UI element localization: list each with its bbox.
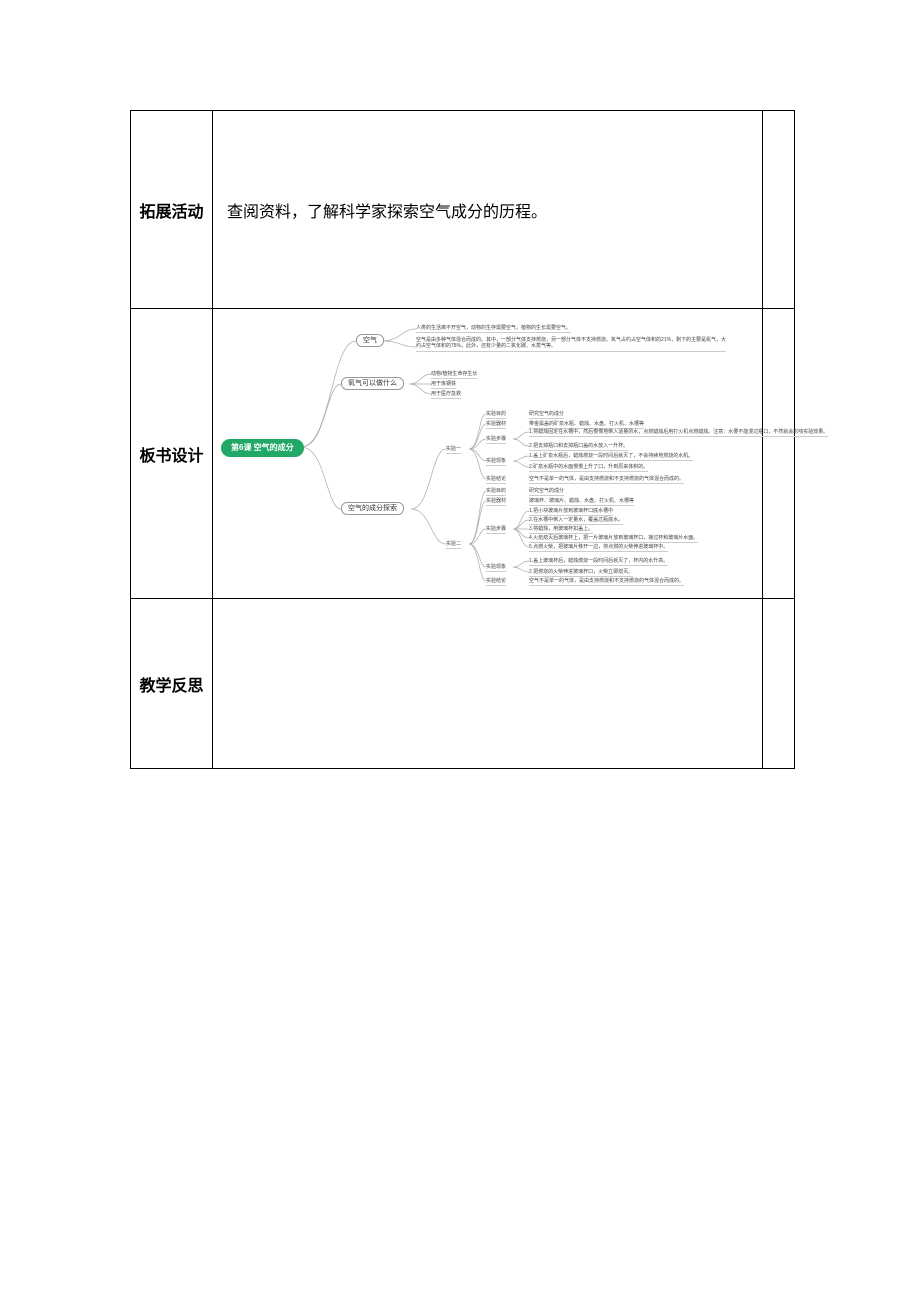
board-label-cell: 板书设计 <box>131 309 213 599</box>
extension-content: 查阅资料，了解科学家探索空气成分的历程。 <box>227 204 547 221</box>
exp2-mat-label: 实验器材 <box>486 498 506 507</box>
reflection-label: 教学反思 <box>140 678 204 695</box>
exp1-phen-label: 实验现象 <box>486 458 506 467</box>
board-label: 板书设计 <box>140 448 204 465</box>
exp2-mat-text: 玻璃杯、玻璃片、蜡烛、水盘、打火机、水槽等 <box>529 498 634 507</box>
extension-empty-cell <box>763 111 795 309</box>
exp1-title: 实验一 <box>446 446 461 455</box>
branch-oxygen-leaf2: 用于炼钢铁 <box>431 381 456 390</box>
exp2-concl-label: 实验结论 <box>486 578 506 587</box>
exp1-aim-text: 研究空气的成分 <box>529 411 564 420</box>
branch-air-leaf2: 空气是由多种气体混合而成的。其中，一部分气体支持燃烧，另一部分气体不支持燃烧。氧… <box>416 337 726 352</box>
exp1-concl-text: 空气不是单一的气体，是由支持燃烧和不支持燃烧的气体混合而成的。 <box>529 476 684 485</box>
mindmap-root: 第6课 空气的成分 <box>221 439 304 457</box>
exp2-step5: 5.点燃火柴，把玻璃片移开一边，将点燃的火柴伸进玻璃杯中。 <box>529 544 668 553</box>
exp2-phen1: 1.盖上玻璃杯后，蜡烛燃烧一段时间后就灭了，杯内的水升高。 <box>529 558 668 567</box>
exp2-phen-label: 实验现象 <box>486 564 506 573</box>
document-page: 拓展活动 查阅资料，了解科学家探索空气成分的历程。 板书设计 <box>0 0 920 769</box>
exp1-aim-label: 实验目的 <box>486 411 506 420</box>
lesson-table: 拓展活动 查阅资料，了解科学家探索空气成分的历程。 板书设计 <box>130 110 795 769</box>
branch-air-leaf1: 人类的生活离不开空气，动物的生存需要空气，植物的生长需要空气。 <box>416 325 571 334</box>
exp1-phen2: 2.矿泉水瓶中的水面慢慢上升了口，升到原来体积的。 <box>529 464 648 473</box>
exp2-title: 实验二 <box>446 541 461 550</box>
branch-explore: 空气的成分探索 <box>341 502 404 515</box>
exp2-aim-label: 实验目的 <box>486 488 506 497</box>
exp2-step4: 4.火焰熄灭后玻璃杯上，把一片玻璃片放到玻璃杯口，接过杯和玻璃片水面。 <box>529 535 698 544</box>
board-empty-cell <box>763 309 795 599</box>
exp1-step-label: 实验步骤 <box>486 436 506 445</box>
exp2-step2: 2.在水槽中倒入一定量水，覆盖过瓶底水。 <box>529 517 623 526</box>
exp2-step3: 3.将蜡烛，用玻璃杯扣盖上。 <box>529 526 593 535</box>
exp2-concl-text: 空气不是单一的气体，是由支持燃烧和不支持燃烧的气体混合而成的。 <box>529 578 684 587</box>
exp2-aim-text: 研究空气的成分 <box>529 488 564 497</box>
exp2-phen2: 2.把燃烧的火柴伸进玻璃杯口，火柴立即熄灭。 <box>529 569 633 578</box>
branch-oxygen-leaf1: 动物/植物生命存生长 <box>431 371 477 380</box>
extension-label: 拓展活动 <box>140 204 204 221</box>
exp2-step1: 1.把小块玻璃片放到玻璃杯口底水槽中 <box>529 508 613 517</box>
extension-label-cell: 拓展活动 <box>131 111 213 309</box>
exp1-step1: 1.将蜡烛固定在水槽中，然后慢慢地倒入适量的水，点燃蜡烛后用打火机点燃蜡烛。注意… <box>529 429 828 438</box>
reflection-label-cell: 教学反思 <box>131 599 213 769</box>
reflection-content-cell <box>213 599 763 769</box>
exp2-step-label: 实验步骤 <box>486 526 506 535</box>
extension-content-cell: 查阅资料，了解科学家探索空气成分的历程。 <box>213 111 763 309</box>
mindmap-diagram: 第6课 空气的成分 空气 人类的生活离不开空气，动物的生存需要空气，植物的生长需… <box>221 319 731 589</box>
exp1-phen1: 1.盖上矿泉水瓶后，蜡烛燃烧一段时间后就灭了，不会持续地燃烧的水机。 <box>529 453 693 462</box>
exp1-step2: 2.把去掉瓶口和去掉瓶口盖的水放入一升杯。 <box>529 443 628 452</box>
branch-oxygen-leaf3: 用于医疗急救 <box>431 391 461 400</box>
branch-oxygen: 氧气可以做什么 <box>341 377 404 390</box>
branch-air: 空气 <box>356 334 384 347</box>
board-content-cell: 第6课 空气的成分 空气 人类的生活离不开空气，动物的生存需要空气，植物的生长需… <box>213 309 763 599</box>
exp1-concl-label: 实验结论 <box>486 476 506 485</box>
exp1-mat-label: 实验器材 <box>486 421 506 430</box>
reflection-empty-cell <box>763 599 795 769</box>
